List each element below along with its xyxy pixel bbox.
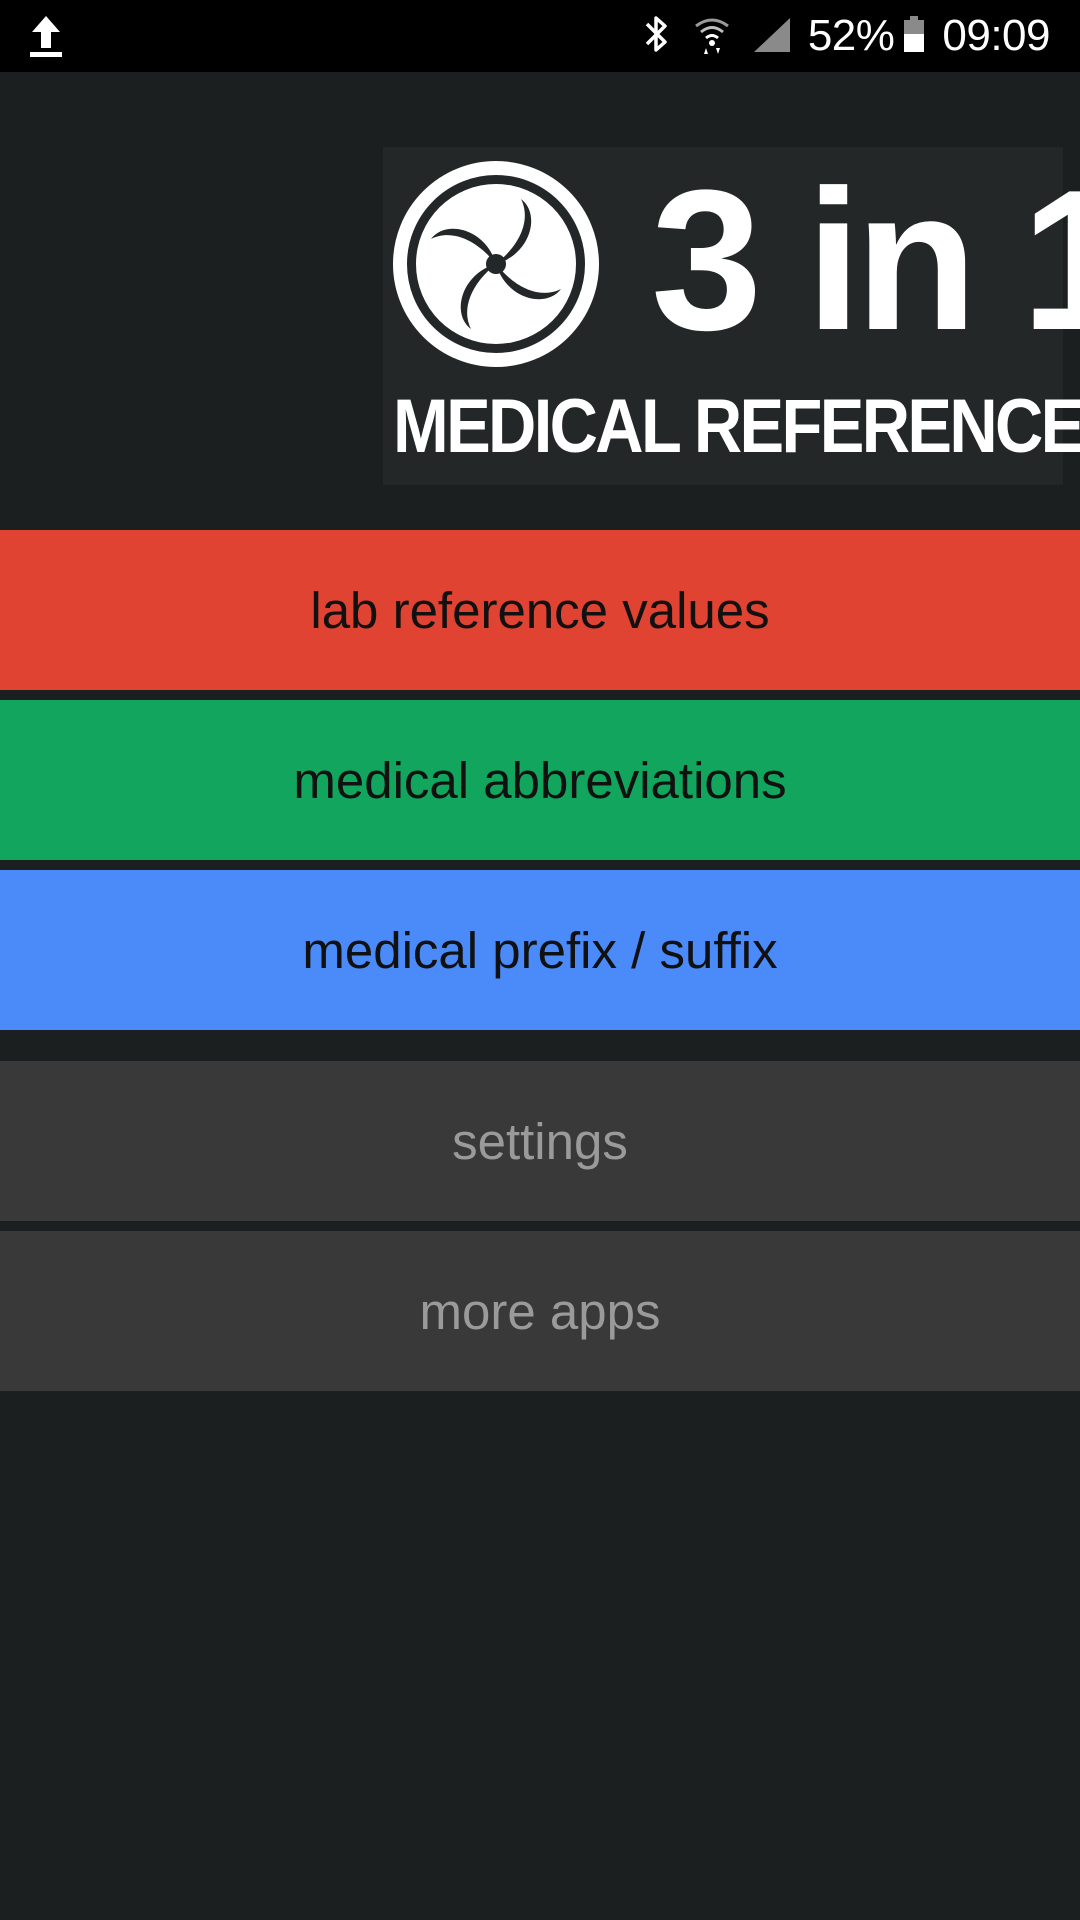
battery-icon — [902, 12, 926, 61]
bluetooth-icon — [642, 12, 672, 61]
app-logo: 3 in 1 MEDICAL REFERENCE — [383, 147, 1080, 485]
lab-reference-values-button[interactable]: lab reference values — [0, 530, 1080, 690]
clock: 09:09 — [942, 11, 1050, 60]
medical-prefix-suffix-button[interactable]: medical prefix / suffix — [0, 870, 1080, 1030]
upload-icon — [26, 14, 66, 58]
triskelion-icon — [391, 159, 601, 369]
more-apps-button[interactable]: more apps — [0, 1231, 1080, 1391]
logo-title: 3 in 1 — [651, 149, 1080, 372]
app-screen: 52% 09:09 3 in 1 MEDICAL REFERENCE lab r… — [0, 0, 1080, 1920]
settings-button[interactable]: settings — [0, 1061, 1080, 1221]
signal-icon — [752, 12, 792, 61]
battery-percent: 52% — [807, 11, 895, 60]
wifi-icon — [692, 12, 732, 61]
logo-subtitle: MEDICAL REFERENCE — [393, 384, 1080, 469]
status-bar: 52% 09:09 — [0, 0, 1080, 72]
medical-abbreviations-button[interactable]: medical abbreviations — [0, 700, 1080, 860]
status-icons: 52% 09:09 — [622, 0, 1050, 72]
